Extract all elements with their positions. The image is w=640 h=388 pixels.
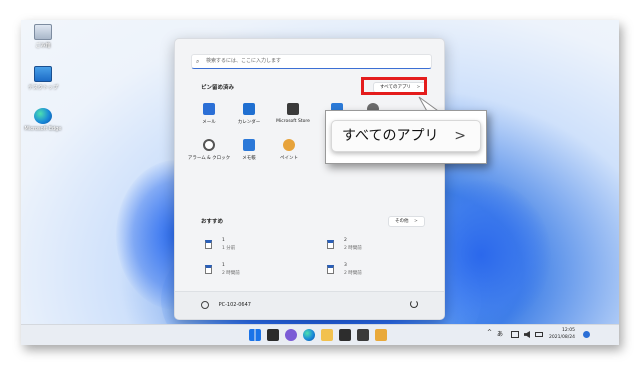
- user-icon: [201, 300, 209, 309]
- highlight-ring: [361, 77, 427, 95]
- task-view-icon[interactable]: [267, 329, 279, 341]
- file-explorer-icon[interactable]: [321, 329, 333, 341]
- chat-icon[interactable]: [285, 329, 297, 341]
- power-icon[interactable]: [410, 300, 418, 308]
- recommended-time: 2 時間前: [344, 271, 362, 276]
- search-placeholder: 検索するには、ここに入力します: [206, 58, 282, 64]
- user-name: PC-102-0647: [218, 302, 251, 308]
- pinned-app-label: メール: [202, 120, 216, 125]
- recommended-item[interactable]: 1 2 時間前: [205, 263, 315, 281]
- recommended-time: 2 時間前: [344, 246, 362, 251]
- network-icon[interactable]: [511, 331, 519, 338]
- terminal-icon[interactable]: [357, 329, 369, 341]
- more-label: その他: [395, 219, 409, 224]
- pinned-app-label: カレンダー: [237, 120, 261, 125]
- mail-icon: [203, 103, 215, 115]
- recycle-bin-icon: [34, 24, 52, 40]
- monitor-icon: [34, 66, 52, 82]
- store-icon[interactable]: [339, 329, 351, 341]
- pinned-app-paint[interactable]: ペイント: [271, 139, 307, 161]
- pinned-app-calendar[interactable]: カレンダー: [231, 103, 267, 125]
- calendar-icon: [243, 103, 255, 115]
- start-menu-footer: PC-102-0647: [175, 291, 444, 319]
- pinned-app-mail[interactable]: メール: [191, 103, 227, 125]
- all-apps-zoomed-button: すべてのアプリ >: [331, 120, 481, 152]
- desktop-icon-label: デスクトップ: [27, 85, 58, 91]
- desktop-icon-label: Microsoft Edge: [24, 126, 62, 132]
- desktop-icon-pc[interactable]: デスクトップ: [21, 66, 65, 91]
- pinned-app-label: ペイント: [280, 156, 298, 161]
- document-icon: [205, 265, 212, 274]
- document-icon: [327, 240, 334, 249]
- clock-icon: [203, 139, 215, 151]
- pinned-app-label: アラーム & クロック: [187, 156, 231, 161]
- pinned-app-clock[interactable]: アラーム & クロック: [185, 139, 233, 161]
- ime-indicator[interactable]: あ: [497, 329, 503, 338]
- recommended-item[interactable]: 2 2 時間前: [327, 238, 437, 256]
- recommended-time: 2 時間前: [222, 271, 240, 276]
- recommended-name: 3: [344, 263, 347, 268]
- all-apps-zoomed-label: すべてのアプリ: [342, 128, 439, 144]
- notification-icon[interactable]: [583, 331, 590, 338]
- pinned-app-label: Microsoft Store: [276, 119, 310, 124]
- app-icon[interactable]: [375, 329, 387, 341]
- pinned-app-notepad[interactable]: メモ帳: [231, 139, 267, 161]
- zoom-callout: すべてのアプリ >: [325, 110, 487, 164]
- clock-date: 2021/08/24: [549, 335, 575, 340]
- document-icon: [205, 240, 212, 249]
- recommended-name: 1: [222, 238, 225, 243]
- recommended-item[interactable]: 1 1 分前: [205, 238, 315, 256]
- desktop-icon-label: ごみ箱: [35, 43, 51, 49]
- clock-time: 12:05: [561, 328, 575, 333]
- recommended-name: 1: [222, 263, 225, 268]
- chevron-right-icon: >: [454, 128, 466, 144]
- battery-icon[interactable]: [535, 332, 543, 337]
- notepad-icon: [243, 139, 255, 151]
- user-account-button[interactable]: PC-102-0647: [201, 298, 251, 312]
- edge-icon[interactable]: [303, 329, 315, 341]
- recommended-title: おすすめ: [201, 219, 224, 225]
- recommended-name: 2: [344, 238, 347, 243]
- store-icon: [287, 103, 299, 115]
- search-input[interactable]: ⌕ 検索するには、ここに入力します: [191, 54, 432, 69]
- document-icon: [327, 265, 334, 274]
- tray-overflow-icon[interactable]: ^: [487, 329, 492, 336]
- pinned-app-label: メモ帳: [242, 156, 256, 161]
- recommended-item[interactable]: 3 2 時間前: [327, 263, 437, 281]
- search-icon: ⌕: [196, 58, 200, 65]
- paint-icon: [283, 139, 295, 151]
- edge-icon: [34, 108, 52, 124]
- chevron-right-icon: >: [413, 219, 418, 224]
- clock-display[interactable]: 12:05 2021/08/24: [549, 327, 575, 341]
- recommended-time: 1 分前: [222, 246, 236, 251]
- desktop-screenshot: ごみ箱 デスクトップ Microsoft Edge ⌕ 検索するには、ここに入力…: [21, 20, 619, 345]
- pinned-title: ピン留め済み: [201, 85, 235, 91]
- pinned-app-store[interactable]: Microsoft Store: [271, 103, 315, 124]
- taskbar: ^ あ 12:05 2021/08/24: [21, 324, 619, 345]
- volume-icon[interactable]: [524, 331, 530, 338]
- start-button-icon[interactable]: [249, 329, 261, 341]
- more-button[interactable]: その他 >: [388, 216, 425, 227]
- desktop-icon-recycle-bin[interactable]: ごみ箱: [21, 24, 65, 49]
- desktop-icon-edge[interactable]: Microsoft Edge: [21, 108, 65, 132]
